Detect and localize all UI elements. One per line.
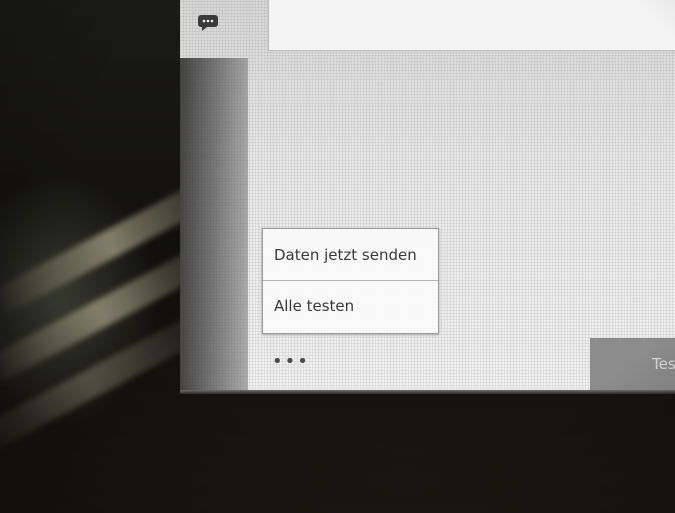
top-panel bbox=[268, 0, 675, 51]
more-options-button[interactable]: ••• bbox=[272, 352, 310, 372]
screen-edge bbox=[180, 390, 675, 394]
chat-bubble-icon bbox=[198, 15, 218, 31]
photo-scene: Daten jetzt senden Alle testen ••• Tes bbox=[0, 0, 675, 513]
menu-item-send-data[interactable]: Daten jetzt senden bbox=[263, 229, 438, 280]
sidebar bbox=[180, 58, 248, 392]
chat-button[interactable] bbox=[195, 12, 221, 34]
context-menu: Daten jetzt senden Alle testen bbox=[262, 228, 439, 334]
test-button[interactable]: Tes bbox=[590, 338, 675, 390]
menu-item-test-all[interactable]: Alle testen bbox=[263, 280, 438, 331]
